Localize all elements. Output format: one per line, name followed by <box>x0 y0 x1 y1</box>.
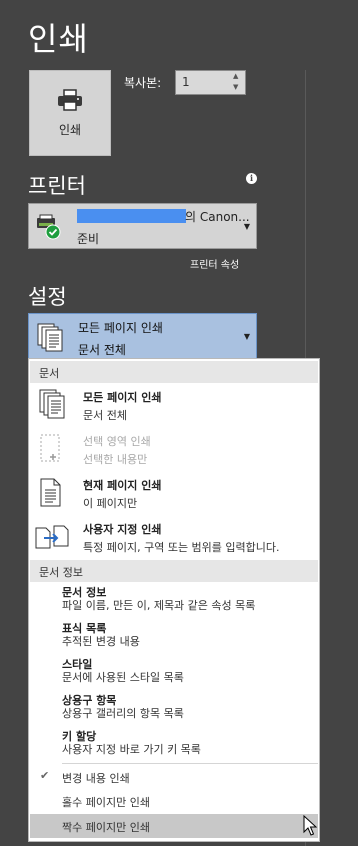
option-current-page[interactable]: 현재 페이지 인쇄 이 페이지만 <box>29 475 319 519</box>
option-all-pages[interactable]: 모든 페이지 인쇄 문서 전체 <box>29 387 319 431</box>
option-desc: 문서 전체 <box>83 409 127 422</box>
selection-icon <box>40 434 60 462</box>
spin-up-icon[interactable]: ▲ <box>233 73 243 80</box>
printer-status: 준비 <box>77 232 100 246</box>
info-icon[interactable]: i <box>246 173 257 184</box>
option-desc: 문서에 사용된 스타일 목록 <box>62 671 184 684</box>
option-desc: 선택한 내용만 <box>83 453 148 466</box>
spin-down-icon[interactable]: ▼ <box>233 84 243 91</box>
option-key-assignments[interactable]: 키 할당 사용자 지정 바로 가기 키 목록 <box>62 730 201 757</box>
print-range-select[interactable]: 모든 페이지 인쇄 문서 전체 ▼ <box>28 313 257 359</box>
option-desc: 사용자 지정 바로 가기 키 목록 <box>62 743 201 756</box>
printer-name: 의 Canon... <box>185 210 250 224</box>
option-title: 상용구 항목 <box>62 694 117 707</box>
option-desc: 상용구 갤러리의 항목 목록 <box>62 707 184 720</box>
all-pages-icon <box>39 389 65 419</box>
option-desc: 파일 이름, 만든 이, 제목과 같은 속성 목록 <box>62 599 256 612</box>
print-button-label: 인쇄 <box>58 122 82 137</box>
option-title: 모든 페이지 인쇄 <box>83 391 162 404</box>
copies-input[interactable]: 1 ▲ ▼ <box>175 70 246 95</box>
option-title: 선택 영역 인쇄 <box>83 435 151 448</box>
option-title: 표식 목록 <box>62 622 107 635</box>
option-label: 짝수 페이지만 인쇄 <box>62 821 150 834</box>
option-desc: 추적된 변경 내용 <box>62 635 140 648</box>
mouse-cursor-icon <box>303 815 317 836</box>
option-print-markup[interactable]: ✔ 변경 내용 인쇄 <box>30 765 318 789</box>
selected-range-subtitle: 문서 전체 <box>78 343 126 357</box>
option-markup-list[interactable]: 표식 목록 추적된 변경 내용 <box>62 622 140 649</box>
print-button[interactable]: 인쇄 <box>29 70 111 156</box>
printer-ready-icon <box>37 214 61 240</box>
option-title: 스타일 <box>62 658 93 671</box>
print-range-dropdown: 문서 모든 페이지 인쇄 문서 전체 선택 영역 인쇄 선택한 내용만 현재 페… <box>28 358 320 842</box>
selected-range-title: 모든 페이지 인쇄 <box>78 321 163 335</box>
option-even-pages[interactable]: 짝수 페이지만 인쇄 <box>30 814 318 838</box>
option-styles[interactable]: 스타일 문서에 사용된 스타일 목록 <box>62 658 184 685</box>
option-document-info[interactable]: 문서 정보 파일 이름, 만든 이, 제목과 같은 속성 목록 <box>62 586 255 613</box>
settings-heading: 설정 <box>28 285 67 309</box>
checkmark-icon: ✔ <box>40 769 50 782</box>
copies-value: 1 <box>182 75 190 89</box>
copies-label: 복사본: <box>124 76 162 90</box>
custom-range-icon <box>35 525 69 549</box>
page-icon <box>40 478 61 507</box>
redacted-printer-name <box>77 209 186 223</box>
option-autotext[interactable]: 상용구 항목 상용구 갤러리의 항목 목록 <box>62 694 184 721</box>
option-selection: 선택 영역 인쇄 선택한 내용만 <box>29 431 319 475</box>
option-desc: 특정 페이지, 구역 또는 범위를 입력합니다. <box>83 541 280 554</box>
chevron-down-icon: ▼ <box>243 222 250 231</box>
option-label: 변경 내용 인쇄 <box>62 772 130 785</box>
option-label: 홀수 페이지만 인쇄 <box>62 796 150 809</box>
option-title: 문서 정보 <box>62 586 107 599</box>
option-title: 사용자 지정 인쇄 <box>83 523 162 536</box>
printer-heading: 프린터 <box>28 174 86 198</box>
option-custom-print[interactable]: 사용자 지정 인쇄 특정 페이지, 구역 또는 범위를 입력합니다. <box>29 519 319 563</box>
printer-select[interactable]: 의 Canon... 준비 ▼ <box>28 203 257 249</box>
group-header-document: 문서 <box>30 361 318 383</box>
option-title: 키 할당 <box>62 730 97 743</box>
page-title: 인쇄 <box>28 20 89 58</box>
chevron-down-icon: ▼ <box>243 332 250 341</box>
option-odd-pages[interactable]: 홀수 페이지만 인쇄 <box>30 789 318 813</box>
menu-divider <box>62 763 318 764</box>
option-title: 현재 페이지 인쇄 <box>83 479 162 492</box>
group-header-doc-info: 문서 정보 <box>30 560 318 582</box>
printer-properties-link[interactable]: 프린터 속성 <box>190 256 239 271</box>
printer-icon <box>58 88 82 111</box>
all-pages-icon <box>37 323 63 352</box>
option-desc: 이 페이지만 <box>83 497 138 510</box>
